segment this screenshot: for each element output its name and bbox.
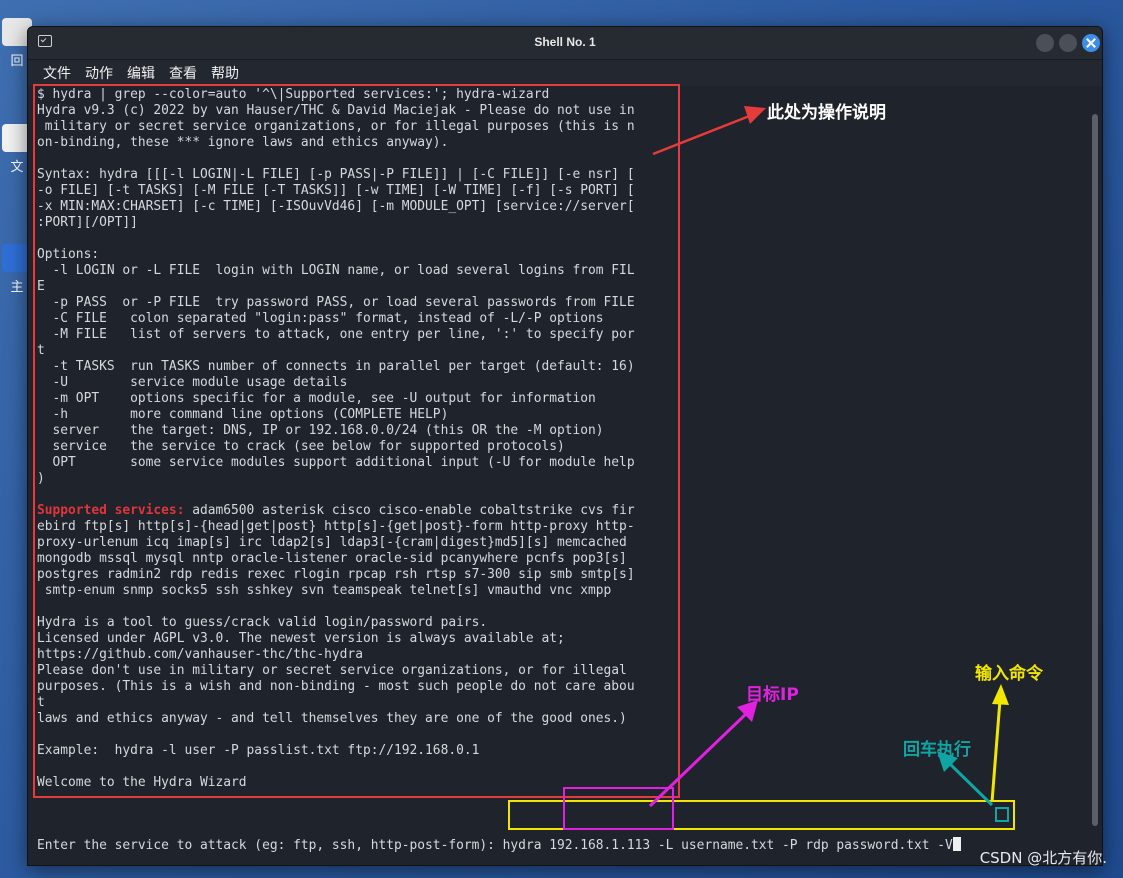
target-ip-highlight (563, 787, 674, 830)
operation-desc-label: 此处为操作说明 (767, 103, 886, 123)
menu-help[interactable]: 帮助 (211, 63, 239, 83)
menu-bar: 文件 动作 编辑 查看 帮助 (28, 60, 1102, 86)
maximize-button[interactable] (1059, 34, 1077, 52)
menu-file[interactable]: 文件 (43, 63, 71, 83)
enter-key-highlight (995, 807, 1009, 822)
watermark: CSDN @北方有你. (979, 849, 1107, 867)
title-bar[interactable]: Shell No. 1 (28, 27, 1102, 60)
menu-view[interactable]: 查看 (169, 63, 197, 83)
prompt-text: Enter the service to attack (eg: ftp, ss… (37, 838, 503, 853)
scrollbar[interactable] (1088, 86, 1102, 865)
operation-desc-highlight (33, 84, 680, 798)
text-cursor (952, 837, 961, 851)
desktop-icon-3-label: 主 (10, 280, 24, 295)
prompt-line[interactable]: Enter the service to attack (eg: ftp, ss… (37, 837, 961, 854)
window-title: Shell No. 1 (534, 35, 596, 49)
desktop-icon-1-label: 回 (10, 54, 24, 69)
close-button[interactable] (1082, 34, 1100, 52)
press-enter-label: 回车执行 (903, 740, 971, 760)
menu-edit[interactable]: 编辑 (127, 63, 155, 83)
target-ip-label: 目标IP (746, 685, 799, 705)
desktop-icon-2-label: 文 (10, 160, 24, 175)
enter-command-label: 输入命令 (975, 664, 1043, 684)
menu-action[interactable]: 动作 (85, 63, 113, 83)
minimize-button[interactable] (1036, 34, 1054, 52)
scrollbar-thumb[interactable] (1092, 114, 1098, 826)
command-input[interactable]: hydra 192.168.1.113 -L username.txt -P r… (503, 838, 953, 853)
